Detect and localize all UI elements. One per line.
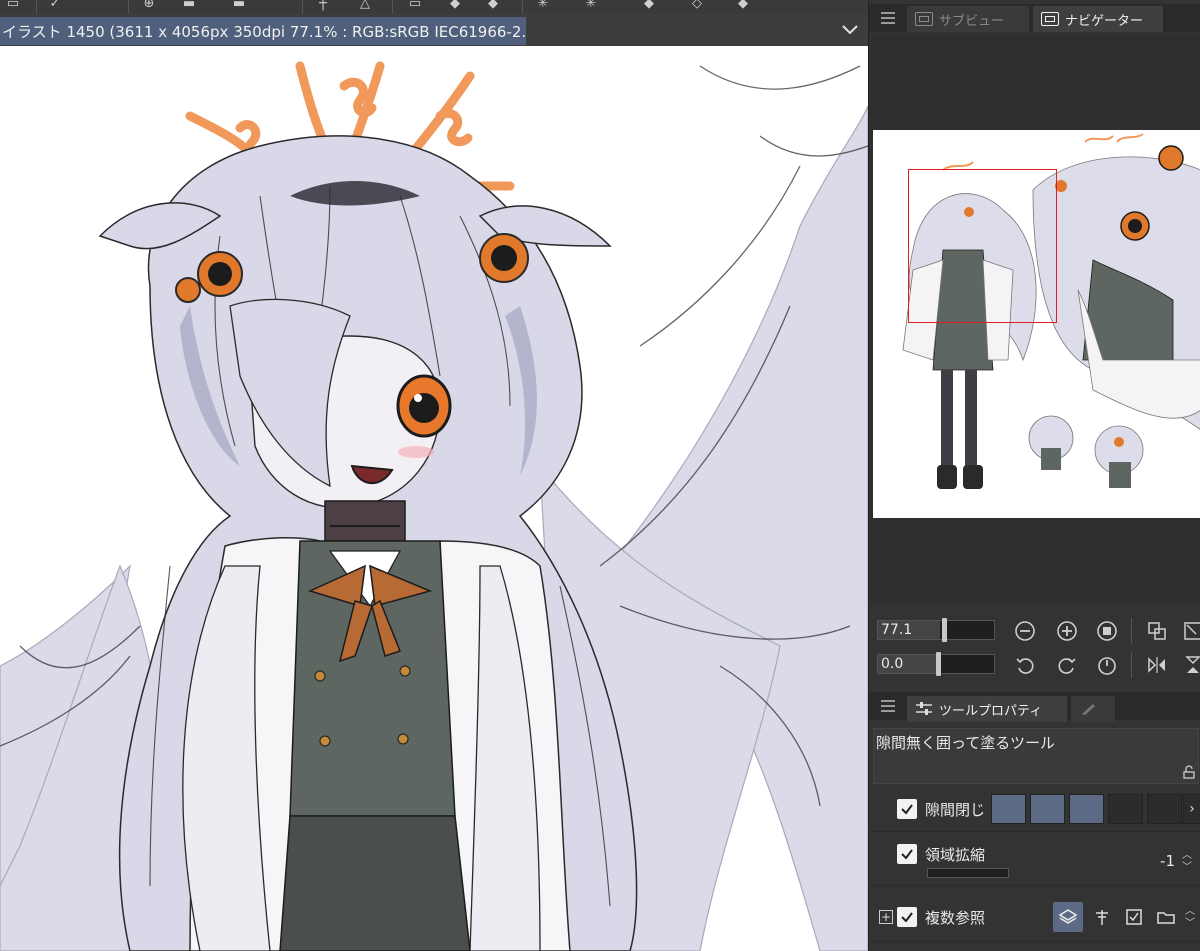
zoom-in-icon[interactable] [1055, 619, 1079, 643]
drawing-canvas[interactable] [0, 46, 868, 951]
view-button[interactable]: ▬ [226, 0, 252, 12]
tool-button-f[interactable]: ◆ [636, 0, 662, 12]
actual-size-icon[interactable] [1095, 619, 1119, 643]
area-scaling-checkbox[interactable] [897, 844, 917, 864]
expand-icon[interactable]: + [879, 910, 893, 924]
canvas-title-bar: イラスト 1450 (3611 x 4056px 350dpi 77.1% : … [0, 14, 868, 46]
rotation-slider[interactable]: 0.0 [877, 652, 995, 676]
navigator-preview[interactable] [873, 130, 1200, 518]
main-toolbar: ▭ ✓ ⊕ ▬ ▬ ┼ △ ▭ ◆ ◆ ✳ ✳ ◆ ◇ ◆ [0, 0, 868, 14]
tool-property-header: ツールプロパティ [869, 692, 1200, 722]
area-scaling-slider[interactable] [927, 868, 1009, 878]
add-button[interactable]: ⊕ [136, 0, 162, 12]
tab-brush-size[interactable] [1071, 696, 1115, 722]
folder-icon[interactable] [1151, 902, 1181, 932]
triangle-button[interactable]: △ [352, 0, 378, 12]
close-gap-label: 隙間閉じ [925, 801, 986, 819]
stepper-icon[interactable]: ︿ ﹀ [1179, 850, 1195, 874]
gap-level-2[interactable] [1030, 794, 1065, 824]
tool-button-d[interactable]: ✳ [530, 0, 556, 12]
navigator-area [869, 34, 1200, 604]
subview-icon [915, 12, 933, 26]
reset-rotation-icon[interactable] [1095, 653, 1119, 677]
brush-icon [1082, 704, 1095, 715]
gap-level-3[interactable] [1069, 794, 1104, 824]
multi-reference-checkbox[interactable] [897, 907, 917, 927]
flip-horizontal-icon[interactable] [1145, 653, 1169, 677]
stepper-icon-2[interactable]: ︿ ﹀ [1183, 906, 1197, 930]
zoom-value: 77.1 [881, 622, 913, 638]
rotation-row: 0.0 [869, 648, 1200, 682]
zoom-out-icon[interactable] [1013, 619, 1037, 643]
area-scaling-label: 領域拡縮 [925, 846, 986, 864]
layer-button[interactable]: ▬ [176, 0, 202, 12]
close-gap-row: 隙間閉じ › [869, 788, 1200, 832]
selected-layer-icon[interactable] [1119, 902, 1149, 932]
gap-level-4[interactable] [1108, 794, 1143, 824]
tool-button-b[interactable]: ◆ [442, 0, 468, 12]
zoom-slider[interactable]: 77.1 [877, 618, 995, 642]
tool-name-box: 隙間無く囲って塗るツール [873, 728, 1199, 784]
menu-icon-2[interactable] [881, 700, 895, 712]
close-gap-checkbox[interactable] [897, 799, 917, 819]
multi-reference-label: 複数参照 [925, 909, 986, 927]
check-button[interactable]: ✓ [42, 0, 68, 12]
chevron-right-icon[interactable]: › [1183, 794, 1200, 824]
reference-layer-icon[interactable] [1087, 902, 1117, 932]
tab-tool-property[interactable]: ツールプロパティ [907, 696, 1067, 722]
right-panel: サブビュー ナビゲーター 77.1 0.0 ツールプロパティ 隙間無く囲って塗る… [868, 0, 1200, 951]
tool-name: 隙間無く囲って塗るツール [876, 734, 1055, 752]
tool-button-e[interactable]: ✳ [578, 0, 604, 12]
flip-vertical-icon[interactable] [1181, 653, 1200, 677]
all-layers-icon[interactable] [1053, 902, 1083, 932]
sliders-icon [916, 702, 932, 715]
tool-button-a[interactable]: ▭ [402, 0, 428, 12]
multi-reference-row: + 複数参照 ︿ ﹀ [869, 892, 1200, 942]
select-tool-button[interactable]: ▭ [0, 0, 26, 12]
gap-level-5[interactable] [1147, 794, 1182, 824]
zoom-row: 77.1 [869, 614, 1200, 648]
area-scaling-row: 領域拡縮 -1 ︿ ﹀ [869, 836, 1200, 886]
rotate-right-icon[interactable] [1055, 653, 1079, 677]
document-tab[interactable]: イラスト 1450 (3611 x 4056px 350dpi 77.1% : … [0, 17, 526, 45]
navigator-panel-header: サブビュー ナビゲーター [869, 4, 1200, 32]
fit-view-icon[interactable] [1145, 619, 1169, 643]
cross-button[interactable]: ┼ [310, 0, 336, 12]
rotation-value: 0.0 [881, 656, 904, 672]
tab-navigator[interactable]: ナビゲーター [1033, 6, 1163, 32]
area-scaling-value: -1 [1160, 852, 1175, 870]
navigator-icon [1041, 12, 1059, 26]
chevron-down-icon[interactable] [840, 20, 860, 40]
unlock-icon[interactable] [1182, 765, 1196, 779]
tool-button-h[interactable]: ◆ [730, 0, 756, 12]
tool-button-g[interactable]: ◇ [684, 0, 710, 12]
rotate-left-icon[interactable] [1013, 653, 1037, 677]
character-neck [324, 500, 406, 542]
navigator-view-frame[interactable] [908, 169, 1057, 323]
fit-window-icon[interactable] [1181, 619, 1200, 643]
gap-level-1[interactable] [991, 794, 1026, 824]
menu-icon[interactable] [881, 12, 895, 24]
tab-subview[interactable]: サブビュー [907, 6, 1029, 32]
tool-button-c[interactable]: ◆ [480, 0, 506, 12]
